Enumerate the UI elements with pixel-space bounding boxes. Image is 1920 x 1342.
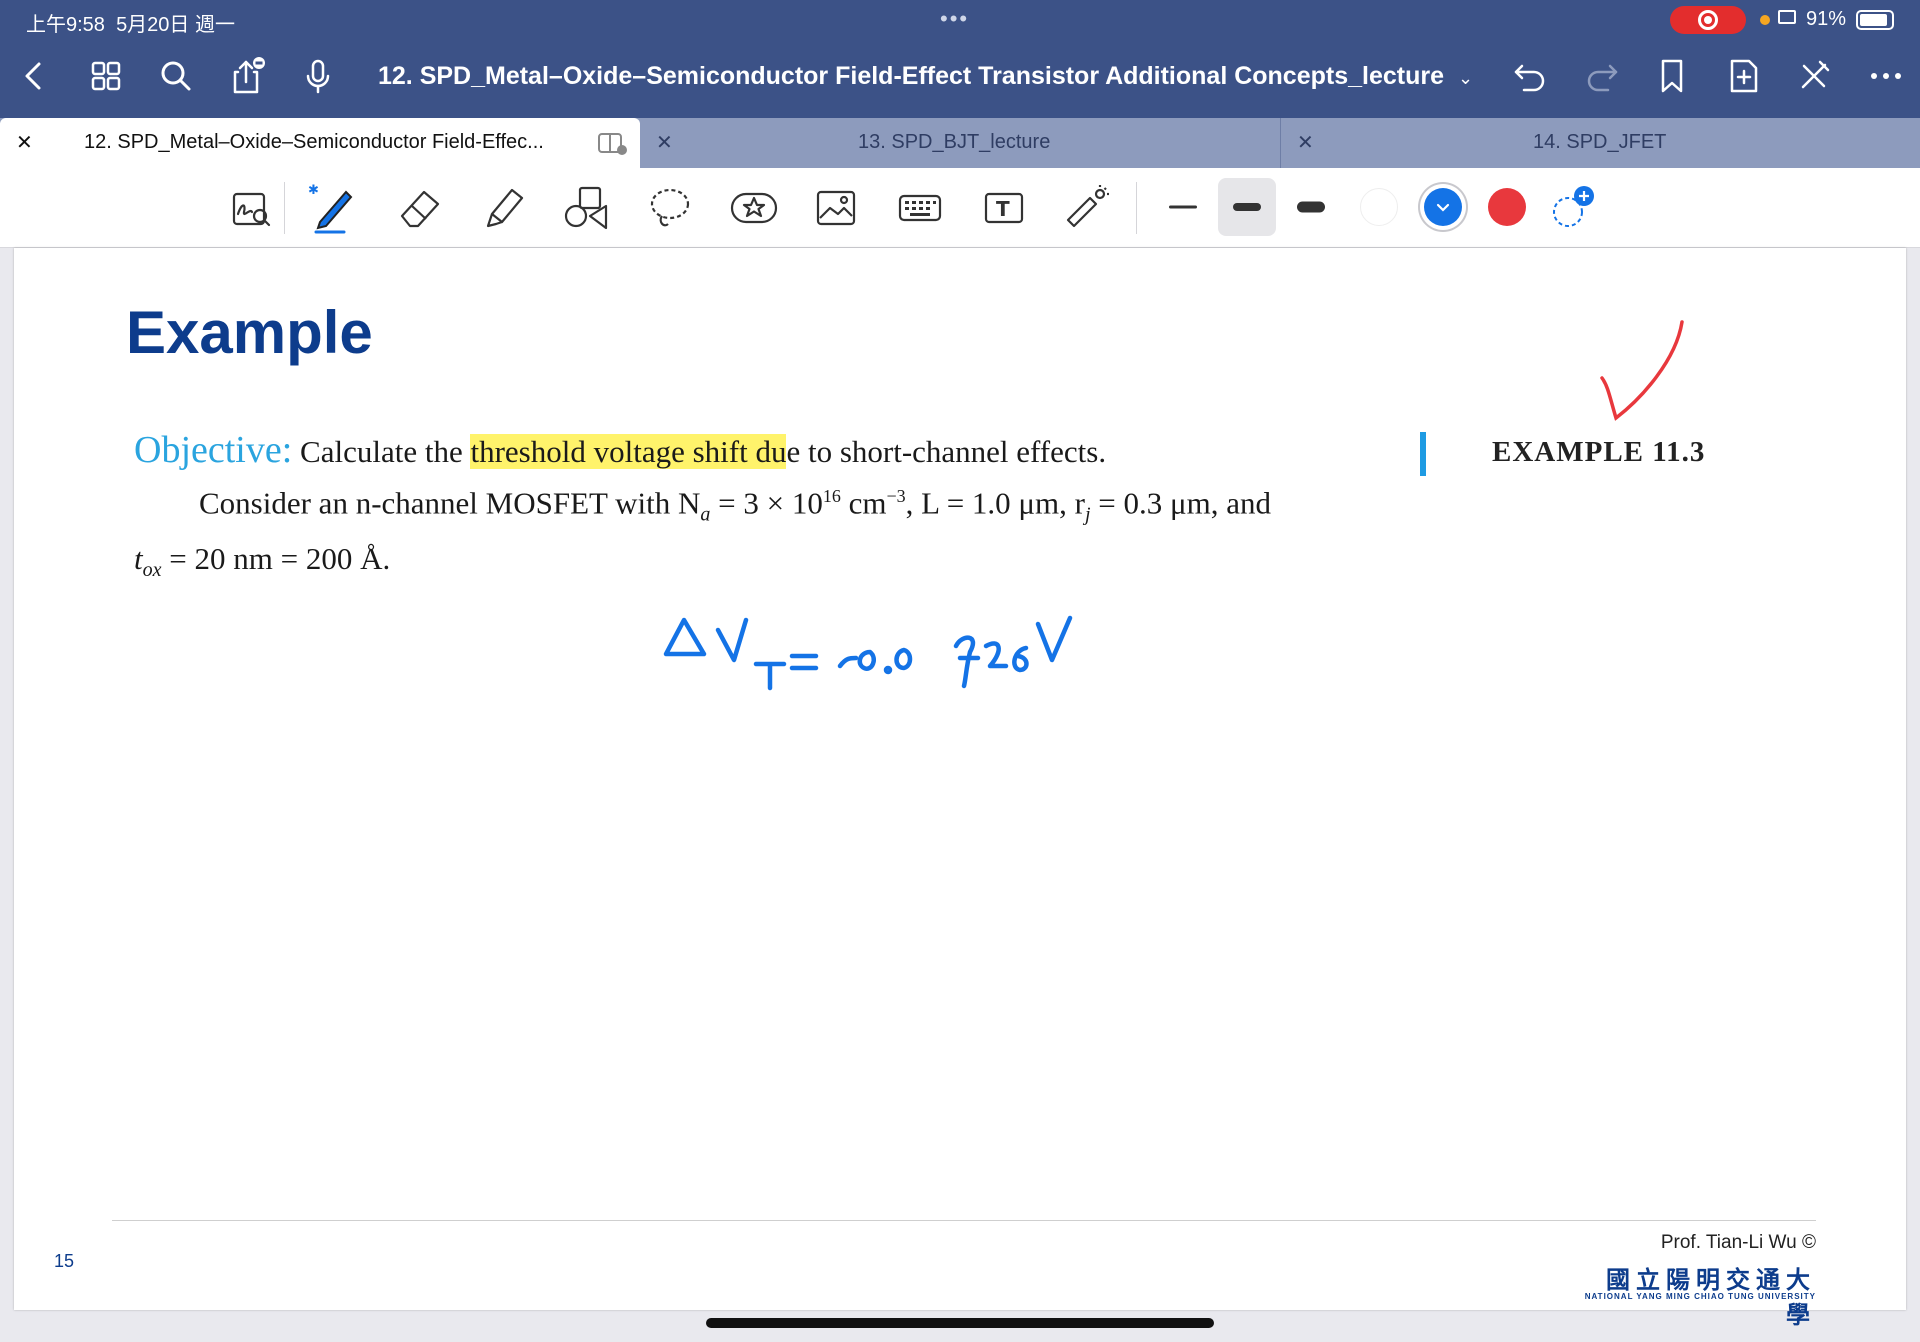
shapes-icon[interactable] <box>560 182 612 234</box>
page-number: 15 <box>54 1251 75 1271</box>
keyboard-icon[interactable] <box>894 182 946 234</box>
pen-icon[interactable]: ✱ <box>308 182 360 234</box>
red-checkmark <box>1600 320 1684 421</box>
svg-text:T: T <box>996 197 1010 221</box>
university-logo-en: NATIONAL YANG MING CHIAO TUNG UNIVERSITY <box>1584 1292 1816 1301</box>
color-white-swatch[interactable] <box>1360 188 1398 226</box>
battery-percent: 91% <box>1806 8 1847 30</box>
lasso-icon[interactable] <box>644 182 696 234</box>
close-icon[interactable]: ✕ <box>1297 130 1314 155</box>
professor-credit: Prof. Tian-Li Wu © <box>1660 1232 1816 1253</box>
svg-text:✱: ✱ <box>308 183 319 198</box>
grid-view-icon[interactable] <box>86 56 126 96</box>
undo-icon[interactable] <box>1510 56 1550 96</box>
slide-page[interactable]: Example Objective: Calculate the thresho… <box>14 248 1906 1329</box>
document-title[interactable]: 12. SPD_Metal–Oxide–Semiconductor Field-… <box>378 62 1473 91</box>
tab-bar: ✕ 12. SPD_Metal–Oxide–Semiconductor Fiel… <box>0 118 1920 168</box>
split-view-icon[interactable] <box>598 132 628 156</box>
stroke-thin-button[interactable] <box>1154 178 1212 236</box>
add-color-icon[interactable] <box>1548 182 1600 234</box>
toolbar-divider <box>1136 182 1137 234</box>
close-icon[interactable]: ✕ <box>656 130 673 155</box>
bookmark-icon[interactable] <box>1652 56 1692 96</box>
search-icon[interactable] <box>156 56 196 96</box>
ink-annotations <box>663 320 1684 691</box>
pen-close-icon[interactable] <box>1794 56 1834 96</box>
screen-recording-indicator[interactable] <box>1670 6 1746 34</box>
sticker-icon[interactable] <box>728 182 780 234</box>
back-icon[interactable] <box>14 56 54 96</box>
redo-icon[interactable] <box>1582 56 1622 96</box>
tab-lecture-14[interactable]: ✕ 14. SPD_JFET <box>1281 118 1920 168</box>
tab-lecture-13[interactable]: ✕ 13. SPD_BJT_lecture <box>640 118 1280 168</box>
top-bar: 上午9:58 5月20日 週一 ••• 91% 12. SPD_Metal–Ox… <box>0 0 1920 118</box>
share-icon[interactable] <box>226 56 266 96</box>
close-icon[interactable]: ✕ <box>16 130 33 155</box>
multitask-dots-icon[interactable]: ••• <box>940 6 969 32</box>
zoom-writing-icon[interactable] <box>226 182 278 234</box>
handwritten-result <box>663 615 1073 691</box>
microphone-indicator-icon <box>1760 15 1770 25</box>
battery-icon <box>1856 10 1894 30</box>
text-icon[interactable]: T <box>978 182 1030 234</box>
highlighter-icon[interactable] <box>478 182 530 234</box>
microphone-icon[interactable] <box>298 56 338 96</box>
more-icon[interactable] <box>1866 56 1906 96</box>
chevron-down-icon <box>1436 203 1450 212</box>
stroke-thick-button[interactable] <box>1282 178 1340 236</box>
chevron-down-icon[interactable]: ⌄ <box>1458 68 1473 88</box>
home-indicator[interactable] <box>706 1318 1214 1328</box>
eraser-icon[interactable] <box>394 182 446 234</box>
airplay-icon <box>1778 10 1796 24</box>
laser-pointer-icon[interactable] <box>1060 182 1112 234</box>
color-blue-swatch[interactable] <box>1424 188 1462 226</box>
add-page-icon[interactable] <box>1724 56 1764 96</box>
stroke-medium-button[interactable] <box>1218 178 1276 236</box>
tab-lecture-12[interactable]: ✕ 12. SPD_Metal–Oxide–Semiconductor Fiel… <box>0 118 640 168</box>
nav-bar: 12. SPD_Metal–Oxide–Semiconductor Field-… <box>0 40 1920 114</box>
color-red-swatch[interactable] <box>1488 188 1526 226</box>
image-icon[interactable] <box>810 182 862 234</box>
status-time: 上午9:58 5月20日 週一 <box>26 14 235 36</box>
status-bar: 上午9:58 5月20日 週一 ••• 91% <box>0 0 1920 38</box>
toolbar-divider <box>284 182 285 234</box>
annotation-toolbar: ✱ T <box>0 168 1920 248</box>
footer-divider <box>112 1220 1816 1221</box>
